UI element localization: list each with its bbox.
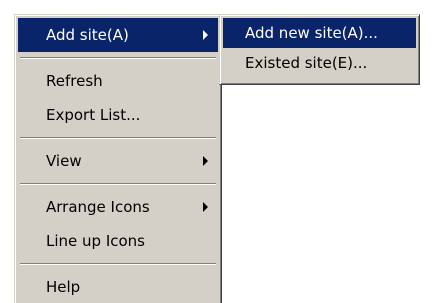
menu-separator <box>20 263 216 265</box>
menu-item-label: Add new site(A)... <box>245 24 378 42</box>
menu-item-label: Help <box>46 278 81 296</box>
menu-separator <box>20 57 216 59</box>
menu-item-add-new-site[interactable]: Add new site(A)... <box>223 18 416 48</box>
add-site-submenu: Add new site(A)... Existed site(E)... <box>219 14 420 85</box>
menu-item-label: View <box>46 152 82 170</box>
menu-item-line-up-icons[interactable]: Line up Icons <box>18 224 218 258</box>
menu-item-export-list[interactable]: Export List... <box>18 98 218 132</box>
submenu-arrow-icon <box>203 30 208 40</box>
menu-item-view[interactable]: View <box>18 144 218 178</box>
menu-item-label: Add site(A) <box>46 26 129 44</box>
menu-item-label: Existed site(E)... <box>245 54 368 72</box>
submenu-arrow-icon <box>203 202 208 212</box>
menu-item-label: Arrange Icons <box>46 198 150 216</box>
menu-item-add-site[interactable]: Add site(A) <box>18 18 218 52</box>
context-menu: Add site(A) Refresh Export List... View … <box>14 14 222 303</box>
menu-separator <box>20 137 216 139</box>
menu-item-existed-site[interactable]: Existed site(E)... <box>223 48 416 78</box>
submenu-arrow-icon <box>203 156 208 166</box>
menu-item-label: Export List... <box>46 106 141 124</box>
menu-separator <box>20 183 216 185</box>
menu-item-help[interactable]: Help <box>18 270 218 303</box>
menu-item-refresh[interactable]: Refresh <box>18 64 218 98</box>
menu-item-label: Refresh <box>46 72 103 90</box>
menu-item-label: Line up Icons <box>46 232 145 250</box>
menu-item-arrange-icons[interactable]: Arrange Icons <box>18 190 218 224</box>
